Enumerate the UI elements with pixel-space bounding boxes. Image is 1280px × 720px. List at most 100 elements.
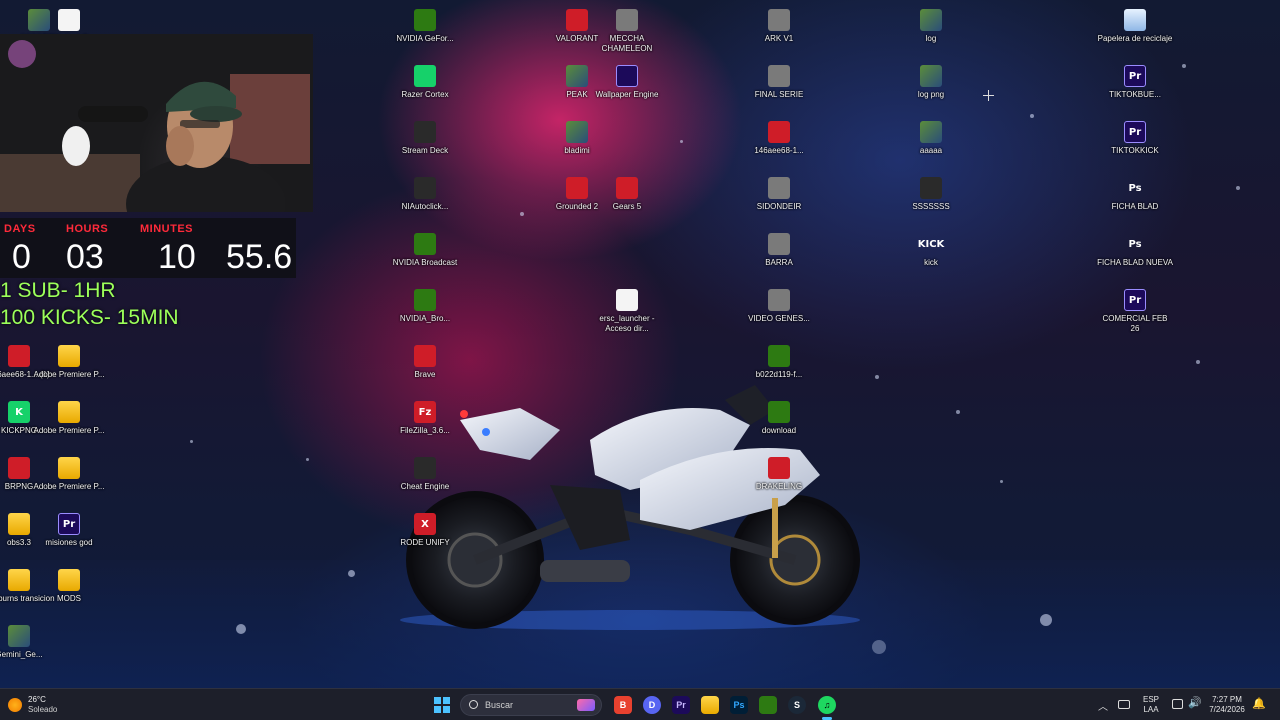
desktop-icon-label: SSSSSSS xyxy=(912,202,950,211)
photoshop-icon: Ps xyxy=(1128,182,1142,194)
nvidia-taskbar-icon[interactable] xyxy=(759,696,777,714)
desktop-icon-label: log png xyxy=(917,90,945,99)
desktop-icon-item[interactable]: Wallpaper Engine xyxy=(592,62,662,118)
desktop-icon-item[interactable]: NIAutoclick... xyxy=(390,174,460,230)
snow-particle xyxy=(1196,360,1200,364)
desktop-icon-item[interactable]: NVIDIA_Bro... xyxy=(390,286,460,342)
desktop-icon-label: download xyxy=(761,426,797,435)
folder-icon xyxy=(8,513,30,535)
kick-png-icon: K xyxy=(8,401,30,423)
desktop-icon-item[interactable]: Razer Cortex xyxy=(390,62,460,118)
desktop-icon-item[interactable]: VIDEO GENES... xyxy=(744,286,814,342)
rode-unify-icon: X xyxy=(414,513,436,535)
desktop-icon-item[interactable]: Ps FICHA BLAD NUEVA xyxy=(1097,230,1173,286)
desktop-icon-item[interactable]: MODS xyxy=(34,566,104,622)
snow-particle xyxy=(1000,480,1003,483)
desktop-icon-item[interactable]: 146aee68-1... xyxy=(744,118,814,174)
snow-particle xyxy=(1040,614,1052,626)
premiere-icon: Pr xyxy=(1124,121,1146,143)
snow-particle xyxy=(872,640,886,654)
autoclicker-icon xyxy=(414,177,436,199)
desktop-icon-item[interactable]: Brave xyxy=(390,342,460,398)
spotify-taskbar-icon[interactable]: ♫ xyxy=(818,696,836,714)
desktop-icon-item[interactable]: Adobe Premiere P... xyxy=(33,342,105,398)
search-placeholder: Buscar xyxy=(485,700,514,710)
desktop-icon-item[interactable]: MECCHA CHAMELEON xyxy=(592,6,662,62)
desktop-icon-item[interactable]: Gemini_Ge... xyxy=(0,622,54,678)
desktop-icon-item[interactable]: Pr COMERCIAL FEB 26 xyxy=(1100,286,1170,342)
desktop-icon-item[interactable]: Pr misiones god xyxy=(34,510,104,566)
image-icon xyxy=(768,457,790,479)
brave-icon xyxy=(414,345,436,367)
desktop-icon-item[interactable]: BARRA xyxy=(744,230,814,286)
desktop-icon-label: DRAKELING xyxy=(755,482,803,491)
game-icon xyxy=(616,177,638,199)
photoshop-taskbar-icon[interactable]: Ps xyxy=(730,696,748,714)
jar-file-icon xyxy=(58,9,80,31)
windows-logo-icon xyxy=(434,697,450,713)
wallpaper-engine-icon xyxy=(616,65,638,87)
desktop-icon-label: Cheat Engine xyxy=(400,482,450,491)
desktop-icon-item[interactable]: log png xyxy=(896,62,966,118)
image-icon xyxy=(768,121,790,143)
folder-icon xyxy=(58,345,80,367)
show-hidden-icons-chevron-up-icon[interactable]: ︿ xyxy=(1098,698,1108,713)
desktop-icon-item[interactable]: NVIDIA Broadcast xyxy=(390,230,460,286)
desktop-icon-label: RODE UNIFY xyxy=(400,538,450,547)
desktop-icon-item[interactable]: Cheat Engine xyxy=(390,454,460,510)
desktop-icon-item[interactable]: Pr TIKTOKKICK xyxy=(1100,118,1170,174)
desktop-icon-item[interactable]: Ps FICHA BLAD xyxy=(1100,174,1170,230)
desktop-icon-item[interactable]: FINAL SERIE xyxy=(744,62,814,118)
desktop-icon-item[interactable]: ARK V1 xyxy=(744,6,814,62)
cheat-engine-icon xyxy=(414,457,436,479)
desktop-icon-item[interactable]: ersc_launcher - Acceso dir... xyxy=(592,286,662,342)
taskbar-search-box[interactable]: Buscar xyxy=(460,694,602,716)
desktop-icon-label: FICHA BLAD NUEVA xyxy=(1097,258,1173,267)
file-explorer-taskbar-icon[interactable] xyxy=(701,696,719,714)
steam-taskbar-icon[interactable]: S xyxy=(788,696,806,714)
desktop-icon-item[interactable]: b022d119-f... xyxy=(744,342,814,398)
razer-icon xyxy=(414,65,436,87)
folder-icon xyxy=(58,401,80,423)
snow-particle xyxy=(1236,186,1240,190)
desktop-icon-item[interactable]: Stream Deck xyxy=(390,118,460,174)
desktop[interactable]: AAAAAAAfabric-install...NVIDIA GeFor...V… xyxy=(0,0,1280,688)
network-icon[interactable] xyxy=(1172,699,1183,709)
desktop-icon-item[interactable]: aaaaa xyxy=(896,118,966,174)
snow-particle xyxy=(236,624,246,634)
desktop-icon-item[interactable]: log xyxy=(896,6,966,62)
desktop-icon-item[interactable]: Papelera de reciclaje xyxy=(1098,6,1172,62)
desktop-icon-label: Gemini_Ge... xyxy=(0,650,43,659)
clock-time: 7:27 PM xyxy=(1212,695,1242,704)
notification-bell-icon[interactable]: 🔔 xyxy=(1252,697,1266,710)
nvidia-broadcast-icon xyxy=(414,233,436,255)
desktop-icon-item[interactable]: download xyxy=(744,398,814,454)
desktop-icon-item[interactable]: Adobe Premiere P... xyxy=(33,398,105,454)
desktop-icon-item[interactable]: X RODE UNIFY xyxy=(390,510,460,566)
desktop-icon-item[interactable]: DRAKELING xyxy=(744,454,814,510)
desktop-icon-item[interactable]: KICK kick xyxy=(896,230,966,286)
shortcut-file-icon xyxy=(616,289,638,311)
premiere-taskbar-icon[interactable]: Pr xyxy=(672,696,690,714)
desktop-icon-item[interactable]: Gears 5 xyxy=(592,174,662,230)
snow-particle xyxy=(1030,114,1034,118)
desktop-icon-item[interactable]: Fz FileZilla_3.6... xyxy=(390,398,460,454)
brave-taskbar-icon[interactable]: B xyxy=(614,696,632,714)
desktop-icon-item[interactable]: SIDONDEIR xyxy=(744,174,814,230)
premiere-icon: Pr xyxy=(1124,65,1146,87)
desktop-icon-item[interactable]: Adobe Premiere P... xyxy=(33,454,105,510)
start-button[interactable] xyxy=(434,697,450,713)
keyboard-icon[interactable] xyxy=(1118,700,1130,709)
desktop-icon-item[interactable]: NVIDIA GeFor... xyxy=(390,6,460,62)
desktop-icon-label: FINAL SERIE xyxy=(754,90,804,99)
desktop-icon-item[interactable]: Pr TIKTOKBUE... xyxy=(1100,62,1170,118)
discord-taskbar-icon[interactable]: D xyxy=(643,696,661,714)
desktop-icon-item[interactable]: bladimi xyxy=(542,118,612,174)
volume-icon[interactable]: 🔊 xyxy=(1188,696,1202,709)
desktop-icon-label: BARRA xyxy=(765,258,793,267)
clock[interactable]: 7:27 PM 7/24/2026 xyxy=(1204,695,1250,715)
desktop-icon-item[interactable]: SSSSSSS xyxy=(896,174,966,230)
language-indicator[interactable]: ESP LAA xyxy=(1138,695,1164,715)
image-icon xyxy=(768,345,790,367)
weather-widget[interactable]: 26°C Soleado xyxy=(6,693,76,717)
